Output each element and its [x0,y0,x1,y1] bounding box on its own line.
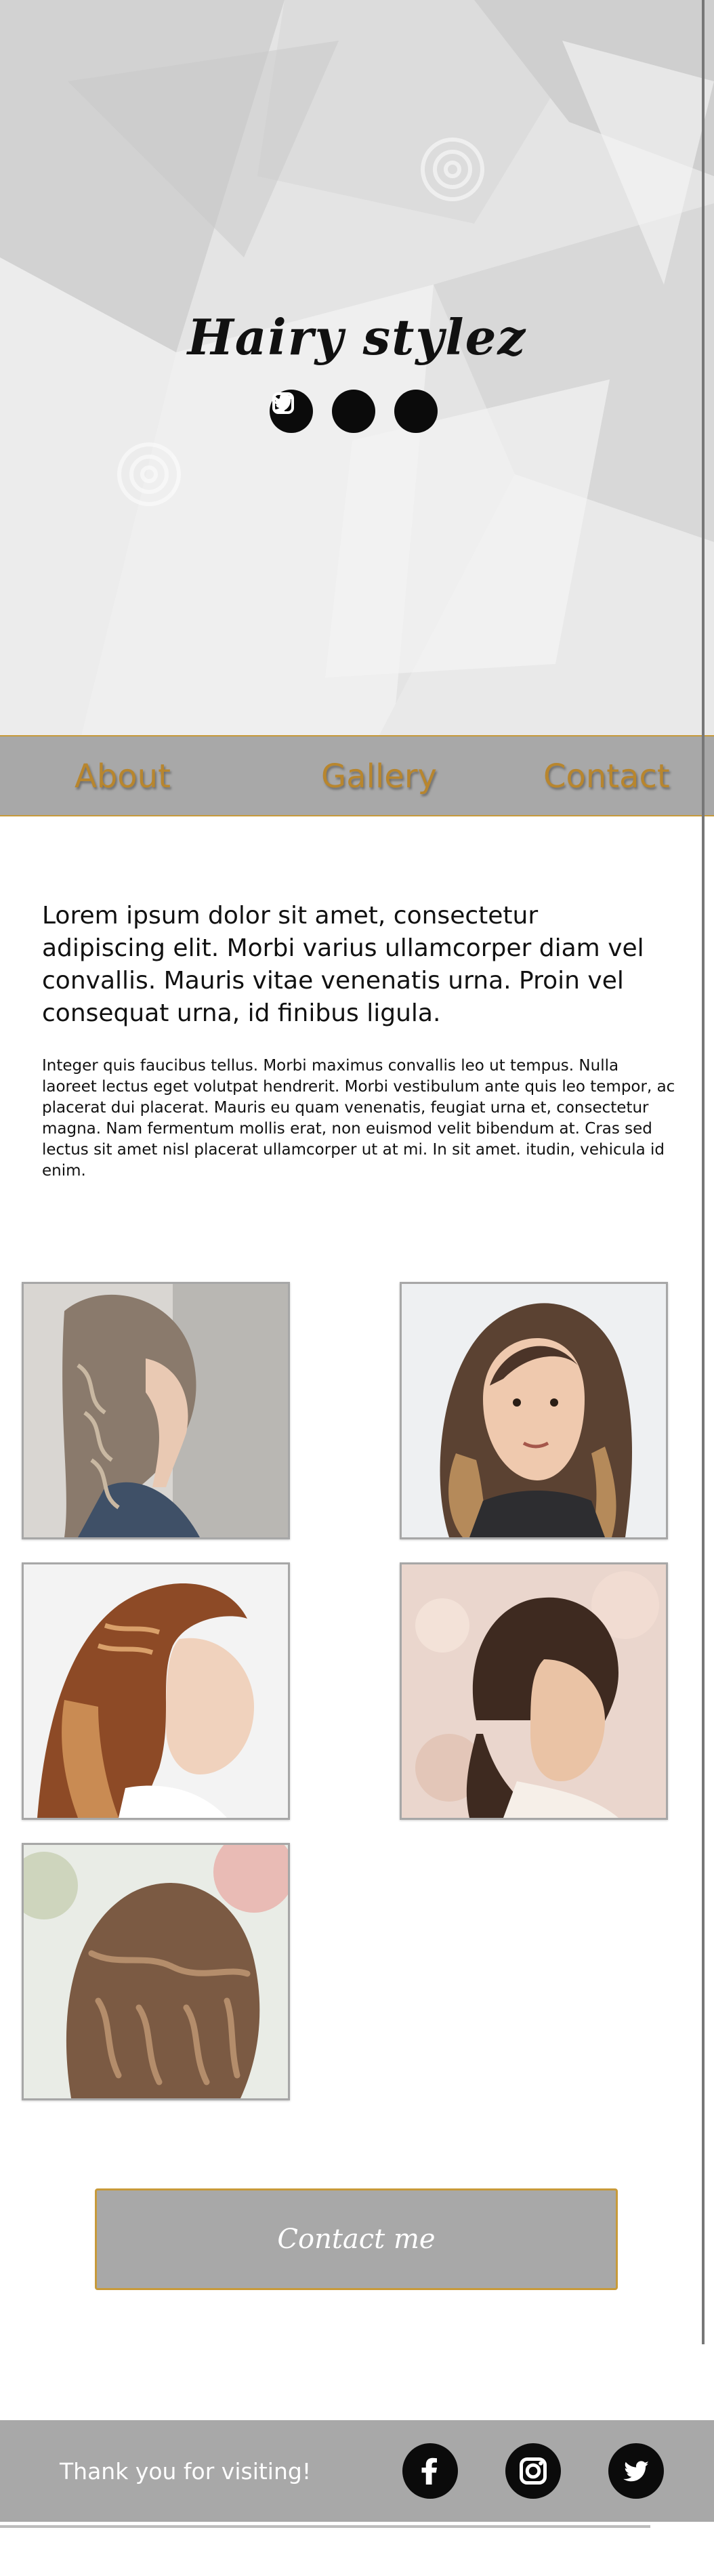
instagram-icon[interactable] [505,2443,561,2499]
about-intro: Lorem ipsum dolor sit amet, consectetur … [42,902,644,1027]
waterfall-braid-photo [24,1564,288,1818]
site-footer: Thank you for visiting! [0,2420,714,2522]
vertical-divider [702,0,705,2344]
facebook-icon[interactable] [402,2443,458,2499]
braided-curls-photo [24,1845,288,2098]
nav-item-about[interactable]: About [75,757,171,795]
gallery-photo[interactable] [22,1843,290,2100]
hero-background [0,0,714,735]
about-body: Integer quis faucibus tellus. Morbi maxi… [42,1057,675,1180]
twitter-icon[interactable] [608,2443,664,2499]
footer-divider [0,2525,650,2528]
contact-me-button[interactable]: Contact me [95,2188,618,2290]
side-braid-photo [24,1284,288,1537]
nav-item-contact[interactable]: Contact [543,757,670,795]
gallery-photo[interactable] [22,1282,290,1539]
hero-social-links [270,390,438,433]
site-logo: Hairy stylez [187,308,527,366]
gallery-photo[interactable] [22,1562,290,1820]
gallery-photo[interactable] [400,1562,668,1820]
short-braid-photo [402,1564,666,1818]
nav-item-gallery[interactable]: Gallery [321,757,437,795]
wavy-hair-photo [402,1284,666,1537]
hero-banner: Hairy stylez [0,0,714,735]
instagram-icon[interactable] [272,390,375,433]
footer-message: Thank you for visiting! [60,2458,312,2485]
gallery-photo[interactable] [400,1282,668,1539]
main-nav: About Gallery Contact [0,735,714,816]
twitter-icon[interactable] [273,390,438,433]
